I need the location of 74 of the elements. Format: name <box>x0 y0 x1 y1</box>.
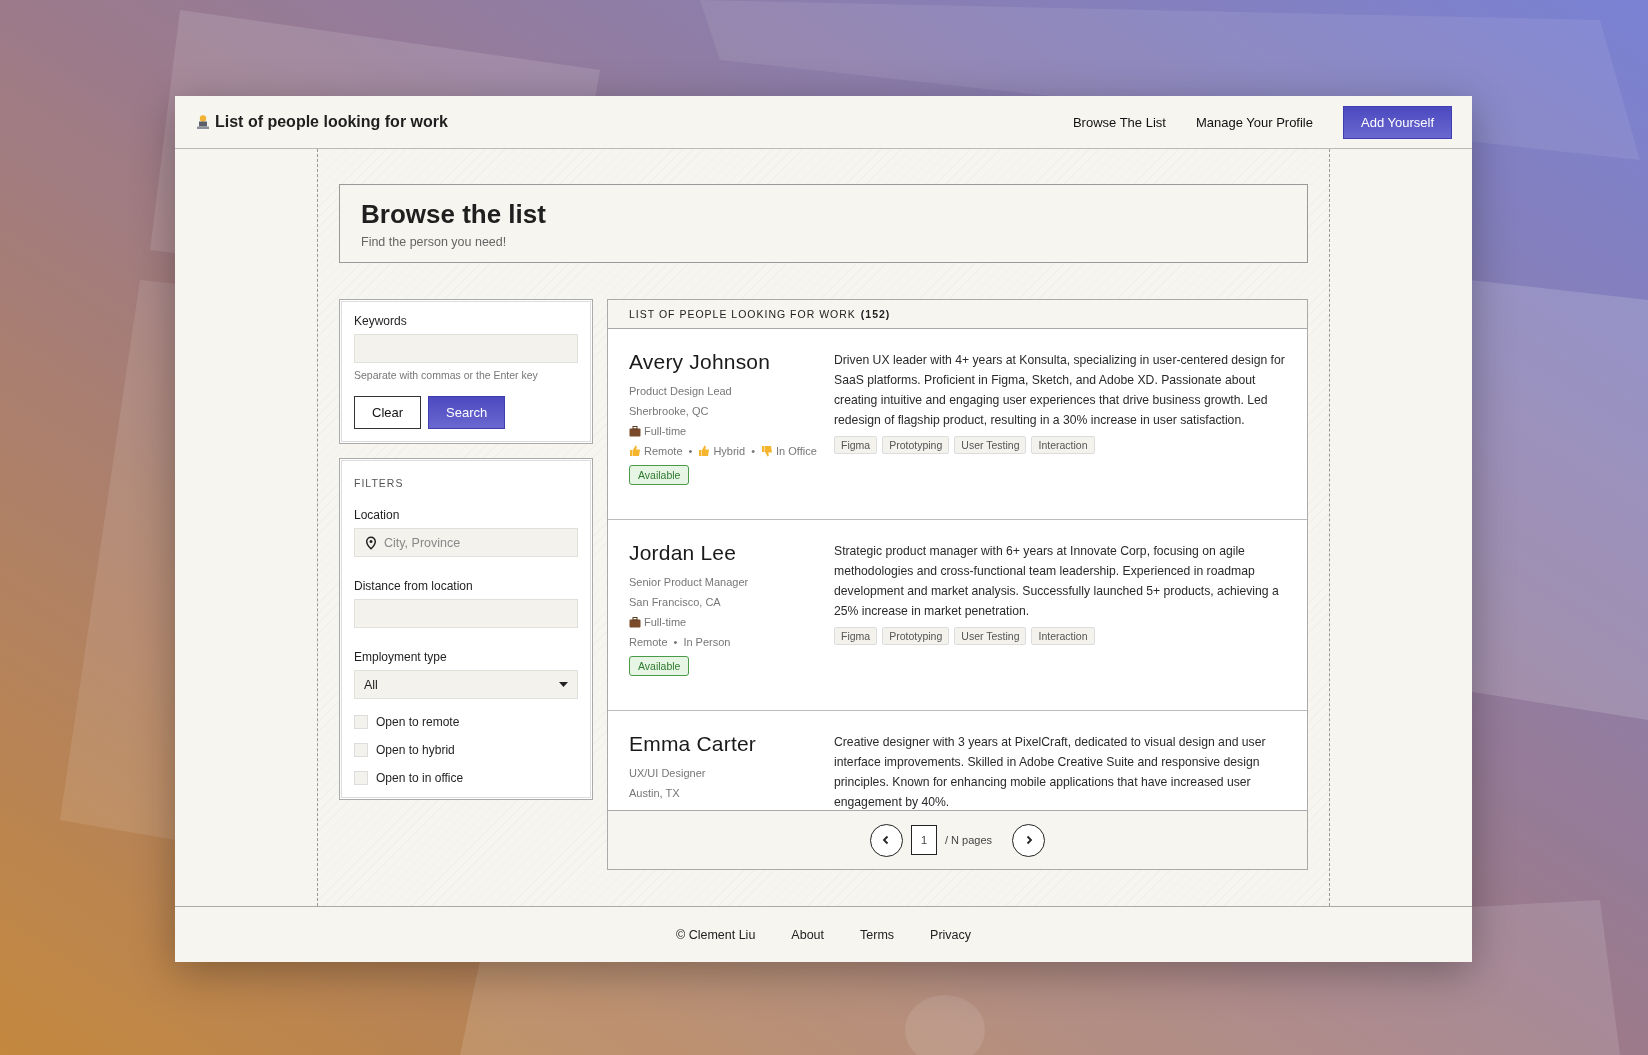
result-count: (152) <box>860 308 891 320</box>
separator-dot: • <box>688 445 693 457</box>
thumbs-down-icon <box>761 445 774 457</box>
person-name: Avery Johnson <box>629 350 772 374</box>
work-mode: Hybrid <box>713 445 746 457</box>
checkbox[interactable] <box>354 771 368 785</box>
separator-dot: • <box>751 445 756 457</box>
skill-tag: Figma <box>834 627 878 645</box>
person-bio: Driven UX leader with 4+ years at Konsulta, specializing in user-centered design for SaaS platforms. Proficient in Figma, Sketch, and Adobe XD. Passionate about creating intuitive and engaging user experiences that drive business growth. Led redesign of flagship product, resulting in a 30% increase in user satisfaction. <box>834 352 1286 429</box>
briefcase-icon <box>629 425 641 437</box>
skill-tag: Prototyping <box>882 436 950 454</box>
checkbox-label: Open to remote <box>376 715 460 729</box>
location-pin-icon <box>364 535 378 550</box>
employment-type: Full-time <box>644 425 687 437</box>
page-subtitle: Find the person you need! <box>361 235 508 249</box>
work-mode: Remote <box>629 636 668 648</box>
person-name: Jordan Lee <box>629 541 738 565</box>
skill-tag: Interaction <box>1031 627 1095 645</box>
caret-icon <box>559 681 568 688</box>
person-name: Emma Carter <box>629 732 758 756</box>
work-mode: Remote <box>644 445 683 457</box>
skill-tag: Prototyping <box>882 627 950 645</box>
distance-field[interactable] <box>354 599 578 628</box>
add-yourself-button[interactable]: Add Yourself <box>1343 105 1452 139</box>
thumbs-up-icon <box>629 445 641 457</box>
work-mode: In Person <box>683 636 731 648</box>
field-label: Keywords <box>354 314 408 328</box>
footer-link[interactable]: Privacy <box>930 927 972 942</box>
field-hint: Separate with commas or the Enter key <box>354 369 539 381</box>
person-at-laptop-icon <box>195 114 211 130</box>
work-mode: In Office <box>776 445 817 457</box>
employment-type: Full-time <box>644 616 687 628</box>
separator-dot: • <box>673 636 678 648</box>
person-location: San Francisco, CA <box>629 596 722 608</box>
availability-badge: Available <box>629 465 690 485</box>
checkbox-label: Open to in office <box>376 771 464 785</box>
availability-badge: Available <box>629 656 690 676</box>
skill-tag: Figma <box>834 436 878 454</box>
site-title: List of people looking for work <box>215 113 448 131</box>
job-title: Product Design Lead <box>629 385 733 397</box>
previous-page-button[interactable] <box>869 823 903 857</box>
job-title: Senior Product Manager <box>629 576 750 588</box>
person-location: Sherbrooke, QC <box>629 405 710 417</box>
briefcase-icon <box>629 616 641 628</box>
footer-link[interactable]: About <box>791 927 824 942</box>
field-label: Distance from location <box>354 579 474 593</box>
checkbox[interactable] <box>354 743 368 757</box>
next-page-button[interactable] <box>1012 823 1046 857</box>
copyright-text: © Clement Liu <box>675 927 756 942</box>
keywords-field[interactable] <box>354 334 578 363</box>
checkbox[interactable] <box>354 715 368 729</box>
job-title: UX/UI Designer <box>629 767 707 779</box>
skill-tag: User Testing <box>954 436 1027 454</box>
person-bio: Creative designer with 3 years at PixelCraft, dedicated to visual design and user interface improvements. Skilled in Adobe Creative Suite and responsive design principles. Known for enhancing mobile applications that have increased user engagement by 40%. <box>834 734 1267 810</box>
footer-link[interactable]: Terms <box>860 927 895 942</box>
search-button[interactable]: Search <box>428 396 506 429</box>
filters-heading: FILTERS <box>354 477 405 489</box>
employment-type-dropdown[interactable]: All <box>354 670 578 699</box>
page-number-field[interactable]: 1 <box>910 825 937 855</box>
person-bio: Strategic product manager with 6+ years at Innovate Corp, focusing on agile methodologies and cross-functional team leadership. Experienced in roadmap development and market analysis. Successfully launched 5+ products, achieving a 25% increase in market penetration. <box>834 543 1280 620</box>
skill-tag: Interaction <box>1031 436 1095 454</box>
thumbs-up-icon <box>698 445 711 457</box>
nav-link[interactable]: Manage Your Profile <box>1195 114 1313 130</box>
page-count: / N pages <box>944 834 993 846</box>
person-location: Austin, TX <box>629 787 681 799</box>
clear-button[interactable]: Clear <box>354 396 422 429</box>
skill-tag: User Testing <box>954 627 1027 645</box>
page-title: Browse the list <box>361 199 547 230</box>
field-placeholder: City, Province <box>384 535 461 550</box>
nav-link[interactable]: Browse The List <box>1072 114 1166 130</box>
field-label: Employment type <box>354 650 448 664</box>
field-label: Location <box>354 508 401 522</box>
list-heading: LIST OF PEOPLE LOOKING FOR WORK <box>629 308 856 320</box>
checkbox-label: Open to hybrid <box>376 743 455 757</box>
